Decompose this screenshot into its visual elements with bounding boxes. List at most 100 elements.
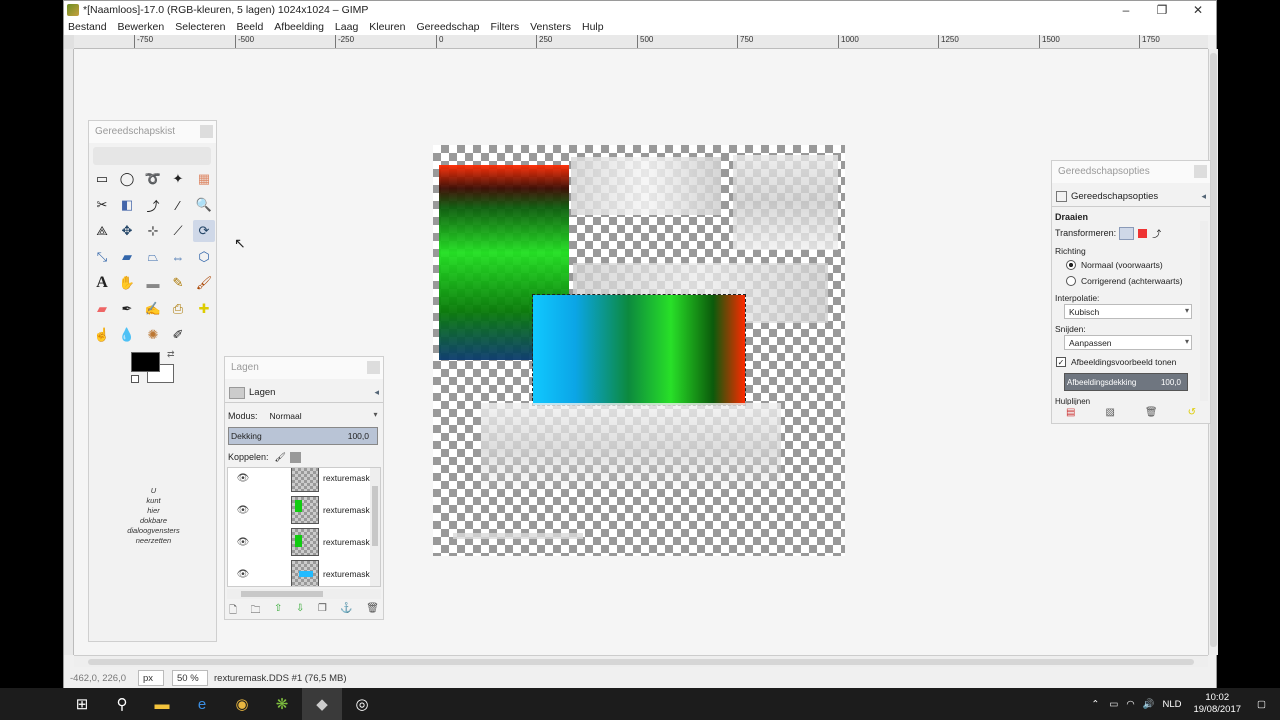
- raise-layer-icon[interactable]: ⇧: [274, 603, 282, 617]
- ruler-corner[interactable]: [64, 35, 74, 49]
- tray-network-icon[interactable]: ▭: [1109, 699, 1118, 710]
- align-icon[interactable]: ⊹: [142, 220, 164, 242]
- scale-icon[interactable]: ⤡: [91, 246, 113, 268]
- gimp-taskbar-icon[interactable]: ◆: [302, 688, 342, 720]
- color-picker-icon[interactable]: ⁄: [167, 194, 189, 216]
- new-group-icon[interactable]: 🗀: [251, 603, 261, 617]
- tab-menu-icon[interactable]: ◂: [1201, 191, 1206, 202]
- menu-beeld[interactable]: Beeld: [236, 21, 263, 33]
- heal2-icon[interactable]: ✚: [193, 298, 215, 320]
- transform-selection-icon[interactable]: [1138, 228, 1148, 238]
- reset-options-icon[interactable]: ↺: [1188, 407, 1196, 418]
- foreground-color-swatch[interactable]: [131, 352, 160, 372]
- anchor-layer-icon[interactable]: ⚓: [340, 603, 352, 617]
- duplicate-layer-icon[interactable]: ❐: [318, 603, 327, 617]
- clone-icon[interactable]: ⎙: [167, 298, 189, 320]
- visibility-eye-icon[interactable]: 👁: [233, 473, 253, 484]
- bucket-fill-icon[interactable]: ▬: [142, 272, 164, 294]
- paths-icon[interactable]: ⤴: [142, 194, 164, 216]
- cage-icon[interactable]: ⬡: [193, 246, 215, 268]
- horizontal-scrollbar[interactable]: [74, 655, 1208, 667]
- image-canvas[interactable]: [433, 145, 845, 556]
- perspective-icon[interactable]: ⏢: [142, 246, 164, 268]
- restore-options-icon[interactable]: ▧: [1105, 407, 1114, 418]
- transform-path-icon[interactable]: ⤴: [1152, 227, 1161, 240]
- app-circle-icon[interactable]: ◎: [342, 688, 382, 720]
- new-layer-icon[interactable]: 🗋: [229, 603, 237, 617]
- layer-row[interactable]: 👁 rexturemask.: [228, 468, 380, 494]
- menu-afbeelding[interactable]: Afbeelding: [274, 21, 324, 33]
- layer-row[interactable]: 👁 rexturemask.: [228, 558, 380, 586]
- tab-tool-options[interactable]: Gereedschapsopties ◂: [1052, 187, 1210, 207]
- visibility-eye-icon[interactable]: 👁: [233, 537, 253, 548]
- tray-volume-icon[interactable]: 🔊: [1143, 699, 1155, 710]
- swap-colors-icon[interactable]: ⇄: [167, 349, 175, 360]
- airbrush-icon[interactable]: ✒: [116, 298, 138, 320]
- tray-chevron-up-icon[interactable]: ⌃: [1091, 699, 1099, 710]
- tab-layers[interactable]: Lagen ◂: [225, 383, 383, 403]
- tab-menu-icon[interactable]: ◂: [374, 387, 379, 398]
- heal-icon[interactable]: ✋: [116, 272, 138, 294]
- lower-layer-icon[interactable]: ⇩: [296, 603, 304, 617]
- menu-filters[interactable]: Filters: [491, 21, 520, 33]
- menu-laag[interactable]: Laag: [335, 21, 358, 33]
- pencil-icon[interactable]: ✎: [167, 272, 189, 294]
- restore-button[interactable]: ❐: [1144, 1, 1180, 18]
- eraser-icon[interactable]: ▰: [91, 298, 113, 320]
- interpolation-dropdown[interactable]: Kubisch ▾: [1064, 304, 1192, 319]
- chrome-browser-icon[interactable]: ◉: [222, 688, 262, 720]
- shear-icon[interactable]: ▰: [116, 246, 138, 268]
- start-windows-icon[interactable]: ⊞: [62, 688, 102, 720]
- input-language[interactable]: NLD: [1162, 699, 1181, 710]
- move-icon[interactable]: ✥: [116, 220, 138, 242]
- measure-icon[interactable]: ⟁: [91, 220, 113, 242]
- unit-select[interactable]: px: [138, 670, 164, 686]
- horizontal-ruler[interactable]: -750 -500 -250 0 250 500 750 1000 1250 1…: [74, 35, 1208, 49]
- menu-bewerken[interactable]: Bewerken: [118, 21, 165, 33]
- clipping-dropdown[interactable]: Aanpassen ▾: [1064, 335, 1192, 350]
- layer-row[interactable]: 👁 rexturemask.: [228, 526, 380, 558]
- minimize-button[interactable]: –: [1108, 1, 1144, 18]
- zoom-icon[interactable]: 🔍: [193, 194, 215, 216]
- file-explorer-icon[interactable]: ▬: [142, 688, 182, 720]
- tool-options-scrollbar[interactable]: [1200, 221, 1208, 401]
- flip-icon[interactable]: ⇔: [167, 246, 189, 268]
- menu-gereedschap[interactable]: Gereedschap: [416, 21, 479, 33]
- layer-list-scroll-thumb[interactable]: [372, 486, 378, 546]
- preview-checkbox[interactable]: ✓ Afbeeldingsvoorbeeld tonen: [1056, 353, 1176, 371]
- fuzzy-select-icon[interactable]: ✦: [167, 168, 189, 190]
- lock-pixels-icon[interactable]: 🖌: [275, 452, 286, 463]
- rect-select-icon[interactable]: ▭: [91, 168, 113, 190]
- paintbrush-icon[interactable]: 🖌: [193, 272, 215, 294]
- hair-texture-blue-selected[interactable]: [532, 294, 746, 406]
- clock[interactable]: 10:02 19/08/2017: [1193, 692, 1241, 716]
- menu-hulp[interactable]: Hulp: [582, 21, 604, 33]
- wilber-drop-area[interactable]: [93, 147, 211, 165]
- vertical-ruler[interactable]: [64, 49, 74, 655]
- rotate-icon[interactable]: ⟳: [193, 220, 215, 242]
- transform-layer-icon[interactable]: [1119, 226, 1135, 240]
- save-options-icon[interactable]: ▤: [1066, 407, 1075, 418]
- search-icon[interactable]: ⚲: [102, 688, 142, 720]
- menu-vensters[interactable]: Vensters: [530, 21, 571, 33]
- delete-options-icon[interactable]: 🗑: [1145, 407, 1158, 418]
- text-tool-icon[interactable]: A: [91, 272, 113, 294]
- close-button[interactable]: ✕: [1180, 1, 1216, 18]
- direction-corrective-radio[interactable]: Corrigerend (achterwaarts): [1066, 272, 1183, 290]
- visibility-eye-icon[interactable]: 👁: [233, 569, 253, 580]
- vertical-scroll-thumb[interactable]: [1210, 53, 1217, 647]
- blur-icon[interactable]: 💧: [116, 324, 138, 346]
- default-colors-icon[interactable]: [131, 375, 139, 383]
- horizontal-scroll-thumb[interactable]: [88, 659, 1194, 665]
- dodge-burn-icon[interactable]: ✺: [142, 324, 164, 346]
- app-green-icon[interactable]: ❋: [262, 688, 302, 720]
- notification-icon[interactable]: ▢: [1257, 699, 1266, 710]
- ellipse-select-icon[interactable]: ◯: [116, 168, 138, 190]
- image-opacity-slider[interactable]: Afbeeldingsdekking 100,0: [1064, 373, 1188, 391]
- tool-options-close-button[interactable]: [1194, 165, 1207, 178]
- edge-browser-icon[interactable]: e: [182, 688, 222, 720]
- visibility-eye-icon[interactable]: 👁: [233, 505, 253, 516]
- tray-wifi-icon[interactable]: ◠: [1126, 699, 1134, 710]
- layer-list[interactable]: 👁 rexturemask. 👁 rexturemask. 👁 rexturem…: [227, 467, 381, 587]
- crop-icon[interactable]: ⟋: [167, 220, 189, 242]
